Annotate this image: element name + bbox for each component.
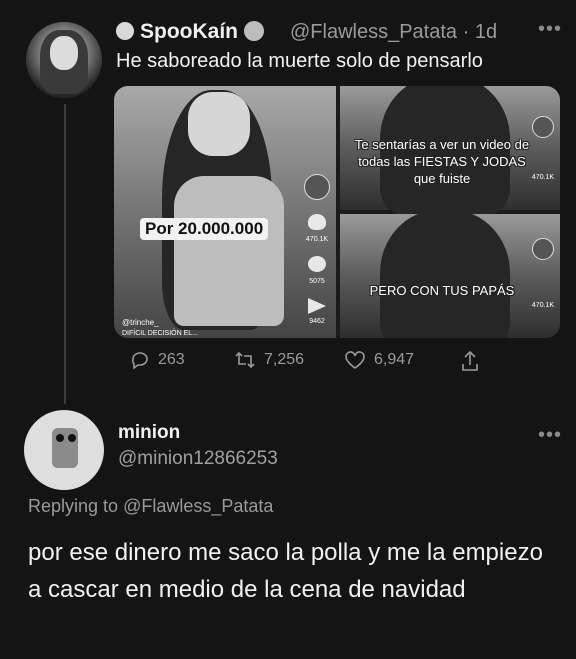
tiktok-avatar [532,116,554,138]
replying-to-link[interactable]: @Flawless_Patata [123,496,273,516]
share-arrow-icon [308,298,326,314]
heart-icon [345,351,365,369]
reply-author-avatar[interactable] [24,410,104,490]
reply-count: 263 [158,351,185,368]
tweet-text: He saboreado la muerte solo de pensarlo [116,50,483,72]
tile3-likes: 470.1K [531,302,555,309]
tomato-icon [244,21,264,41]
tile1-shares: 9462 [309,318,325,325]
reply-icon [131,352,148,370]
retweet-count: 7,256 [264,351,305,368]
author-handle-text: @Flawless_Patata [290,21,458,43]
media-caption-1: Por 20.000.000 [140,218,269,240]
author-display-name: SpooKaín [140,20,238,43]
author-handle[interactable]: @Flawless_Patata · 1d [290,21,497,44]
tiktok-avatar [304,174,330,200]
tile2-likes: 470.1K [531,174,555,181]
share-icon [462,350,478,371]
retweet-button[interactable]: 7,256 [234,350,304,370]
more-dots-icon[interactable]: ••• [538,424,562,447]
media-tile-2[interactable]: Te sentarías a ver un video de todas las… [340,86,560,216]
like-button[interactable]: 6,947 [344,350,414,370]
share-button[interactable] [460,350,480,372]
retweet-icon [235,351,255,369]
more-dots-icon[interactable]: ••• [538,18,562,41]
tweet-actions: 263 7,256 6,947 [0,350,576,374]
replying-prefix: Replying to [28,496,124,516]
media-tile-3[interactable]: PERO CON TUS PAPÁS 470.1K [340,210,560,338]
tile1-username: @trinche_ [122,318,159,327]
author-avatar[interactable] [26,22,102,98]
author-name[interactable]: SpooKaín [116,20,270,44]
media-tile-1[interactable]: Por 20.000.000 470.1K 5075 9462 @trinche… [114,86,336,338]
tile1-comments: 5075 [309,278,325,285]
media-caption-2: Te sentarías a ver un video de todas las… [354,137,530,186]
reply-button[interactable]: 263 [130,350,185,370]
lollipop-icon [116,22,134,40]
tile1-subtitle: DIFÍCIL DECISIÓN EL... [122,330,198,337]
media-grid[interactable]: Por 20.000.000 470.1K 5075 9462 @trinche… [114,86,560,338]
reply-author-handle[interactable]: @minion12866253 [118,448,278,470]
media-caption-3: PERO CON TUS PAPÁS [369,283,515,298]
comment-icon [308,256,326,272]
reply-author-name[interactable]: minion [118,422,180,444]
like-count: 6,947 [374,351,415,368]
tile1-likes: 470.1K [305,236,329,243]
reply-text: por ese dinero me saco la polla y me la … [28,539,543,603]
tiktok-avatar [532,238,554,260]
heart-icon [308,214,326,230]
replying-to: Replying to @Flawless_Patata [28,496,273,517]
tweet-time[interactable]: · 1d [463,21,497,43]
